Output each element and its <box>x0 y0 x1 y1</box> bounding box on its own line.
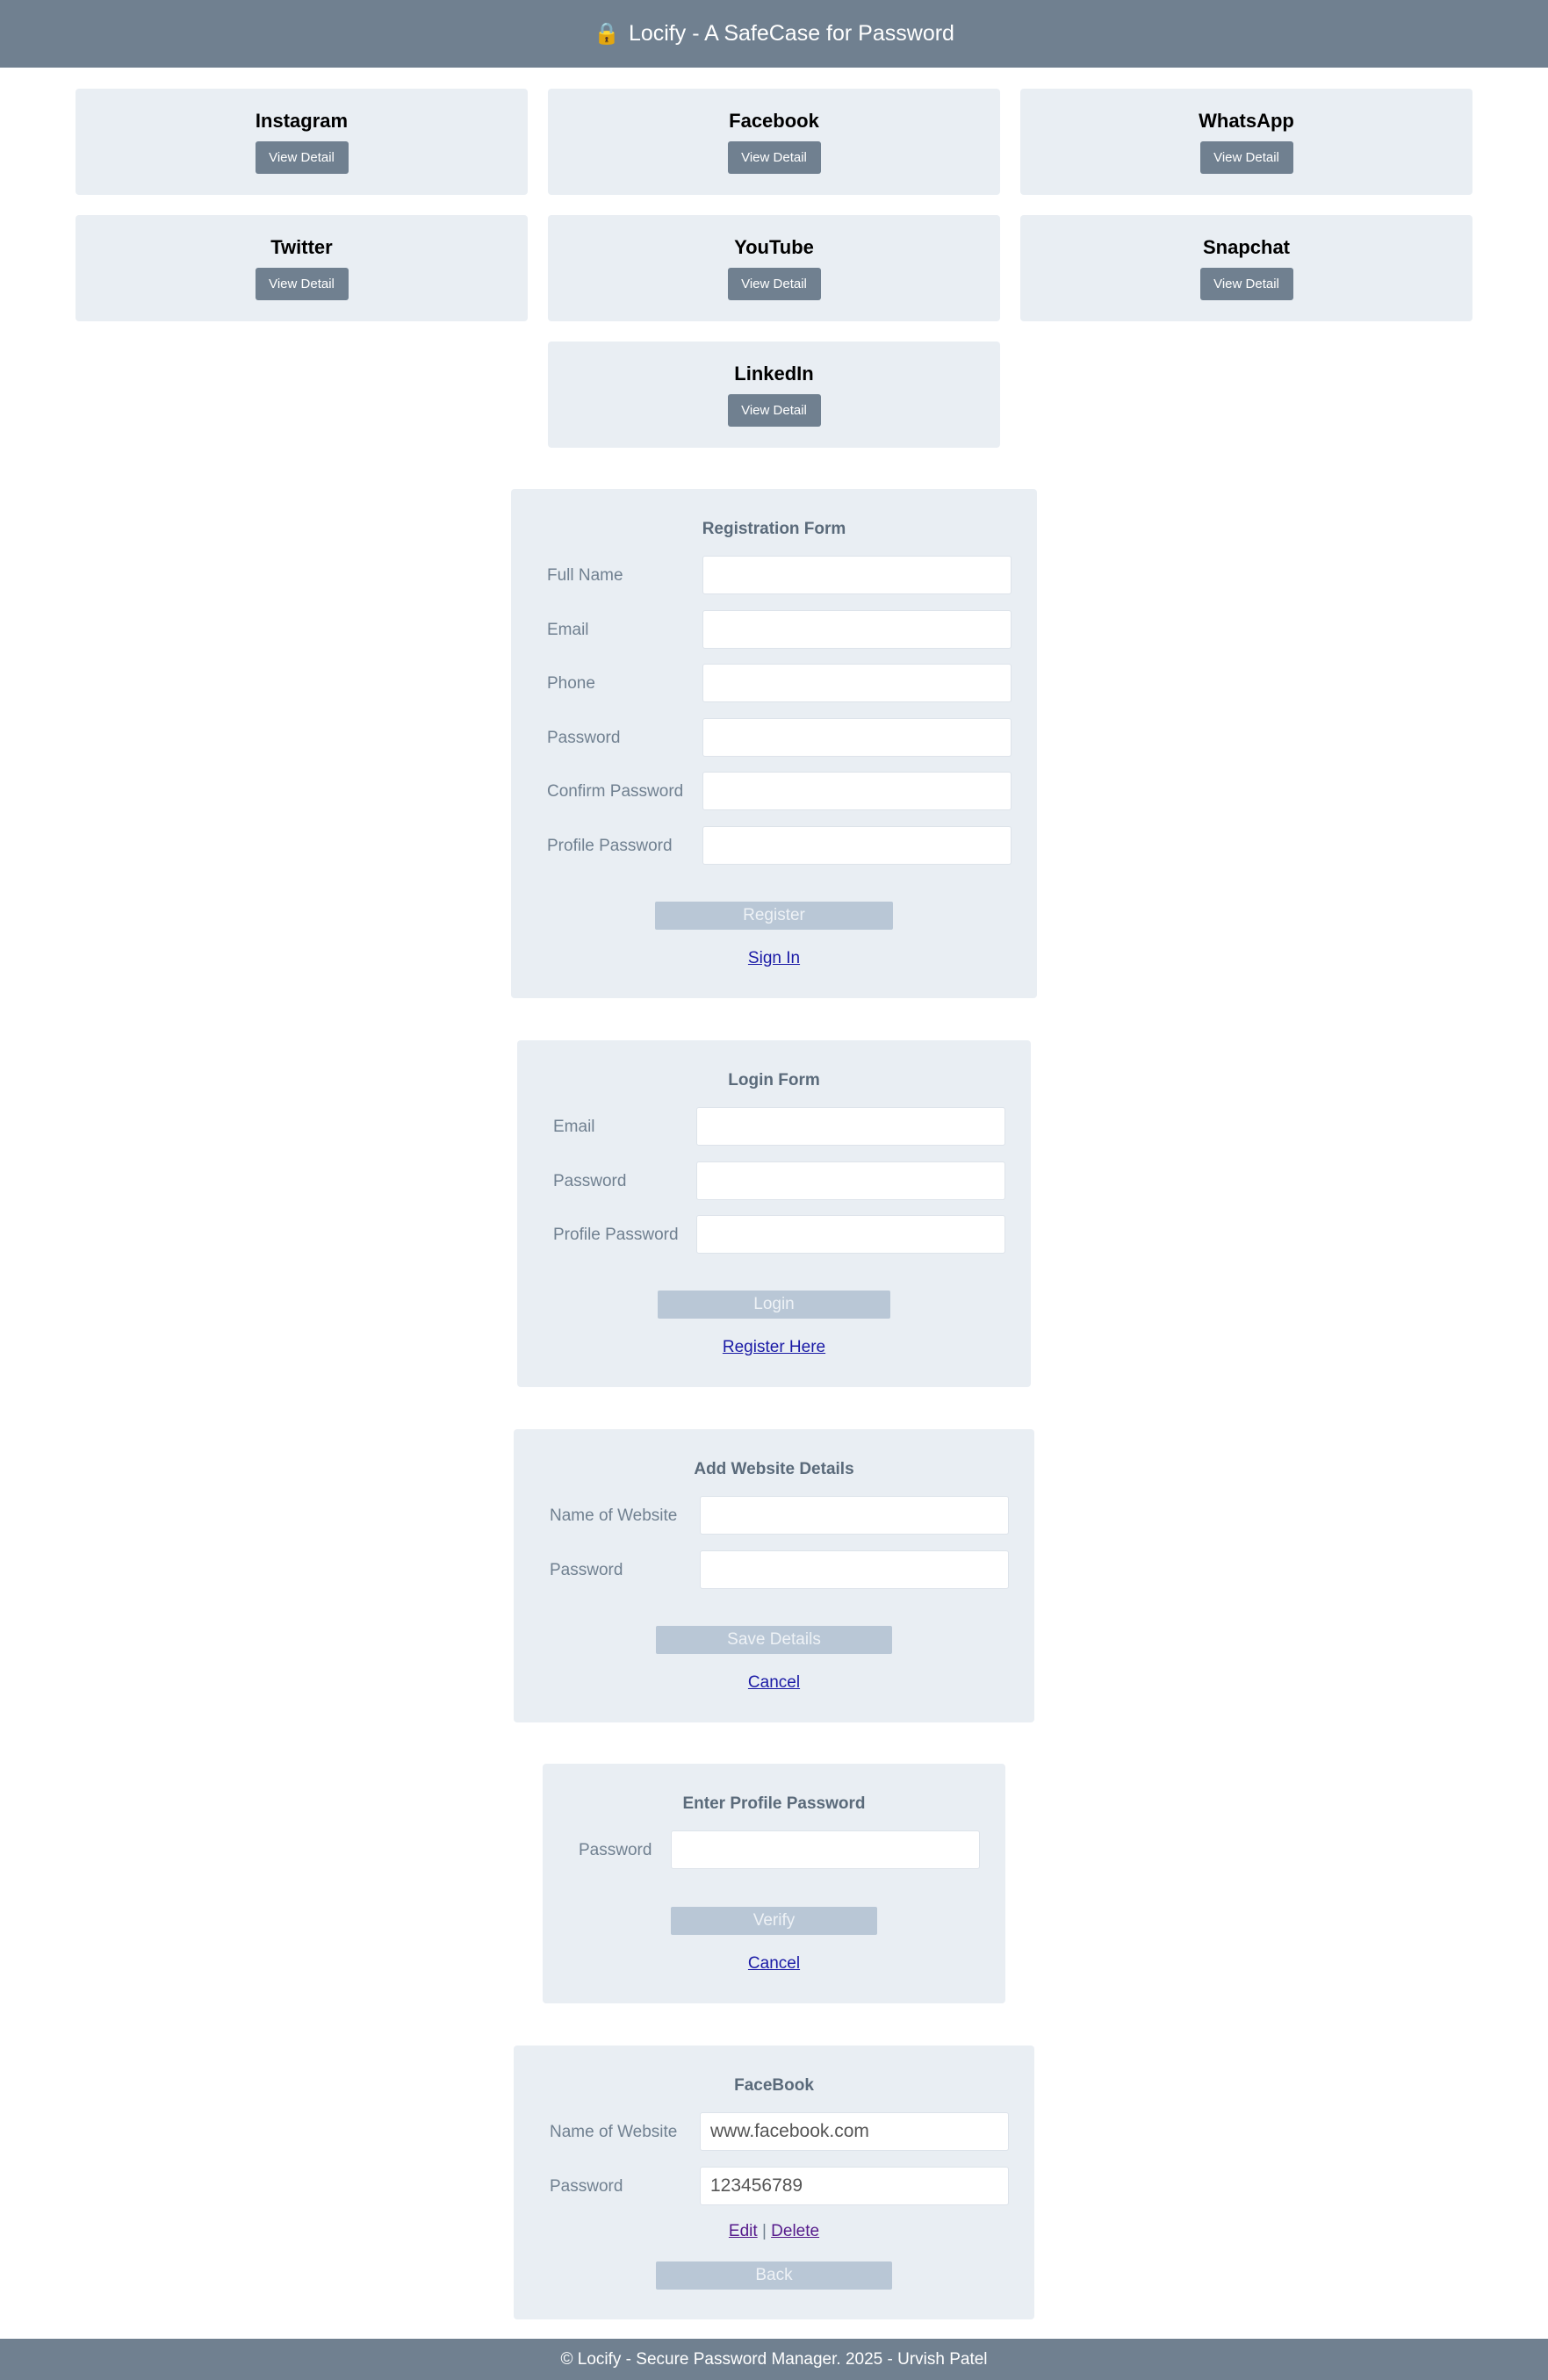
card-instagram: Instagram View Detail <box>76 89 528 195</box>
card-title: LinkedIn <box>734 363 814 385</box>
phone-input[interactable] <box>702 664 1012 702</box>
card-twitter: Twitter View Detail <box>76 215 528 321</box>
password-input[interactable] <box>700 1550 1009 1589</box>
delete-link[interactable]: Delete <box>771 2222 819 2240</box>
card-title: WhatsApp <box>1199 110 1294 132</box>
full-name-input[interactable] <box>702 556 1012 594</box>
card-title: Snapchat <box>1202 236 1291 258</box>
field-label: Password <box>550 1561 623 1579</box>
card-snapchat: Snapchat View Detail <box>1020 215 1472 321</box>
field-label: Profile Password <box>547 837 673 855</box>
view-detail-button[interactable]: View Detail <box>255 141 349 174</box>
card-title: YouTube <box>734 236 814 258</box>
field-label: Confirm Password <box>547 782 684 801</box>
form-title: Enter Profile Password <box>682 1794 866 1813</box>
form-title: Registration Form <box>702 520 846 538</box>
website-name-input[interactable]: www.facebook.com <box>700 2112 1009 2151</box>
profile-password-form: Enter Profile Password Password Verify C… <box>543 1764 1005 2003</box>
field-label: Email <box>553 1118 595 1136</box>
password-input[interactable] <box>696 1161 1005 1200</box>
confirm-password-input[interactable] <box>702 772 1012 810</box>
footer-text: © Locify - Secure Password Manager. 2025… <box>560 2349 988 2369</box>
email-input[interactable] <box>702 610 1012 649</box>
profile-password-input[interactable] <box>702 826 1012 865</box>
register-button[interactable]: Register <box>655 902 893 930</box>
field-label: Password <box>579 1841 652 1859</box>
profile-password-input[interactable] <box>696 1215 1005 1254</box>
verify-button[interactable]: Verify <box>671 1907 877 1935</box>
card-title: Facebook <box>729 110 819 132</box>
view-detail-button[interactable]: View Detail <box>727 394 821 427</box>
view-detail-button[interactable]: View Detail <box>255 268 349 300</box>
link-separator: | <box>761 2222 767 2240</box>
card-youtube: YouTube View Detail <box>548 215 1000 321</box>
edit-link[interactable]: Edit <box>729 2222 758 2240</box>
email-input[interactable] <box>696 1107 1005 1146</box>
app-title: Locify - A SafeCase for Password <box>628 21 954 46</box>
registration-form: Registration Form Full Name Email Phone … <box>511 489 1037 998</box>
save-details-button[interactable]: Save Details <box>656 1626 892 1654</box>
sign-in-link-row: Sign In <box>511 949 1037 968</box>
field-label: Full Name <box>547 566 623 585</box>
cancel-link[interactable]: Cancel <box>748 1673 800 1692</box>
card-title: Instagram <box>255 110 349 132</box>
card-whatsapp: WhatsApp View Detail <box>1020 89 1472 195</box>
form-title: Login Form <box>728 1071 820 1089</box>
register-link-row: Register Here <box>517 1338 1031 1357</box>
cancel-link[interactable]: Cancel <box>748 1954 800 1973</box>
field-label: Password <box>553 1172 627 1190</box>
back-button[interactable]: Back <box>656 2261 892 2290</box>
app-header: 🔒 Locify - A SafeCase for Password <box>0 0 1548 68</box>
field-label: Password <box>550 2177 623 2196</box>
login-form: Login Form Email Password Profile Passwo… <box>517 1040 1031 1387</box>
login-button[interactable]: Login <box>658 1291 890 1319</box>
profile-password-input[interactable] <box>671 1830 980 1869</box>
view-detail-button[interactable]: View Detail <box>727 141 821 174</box>
add-website-form: Add Website Details Name of Website Pass… <box>514 1429 1034 1722</box>
lock-icon: 🔒 <box>594 22 620 46</box>
card-linkedin: LinkedIn View Detail <box>548 342 1000 448</box>
field-label: Name of Website <box>550 1506 678 1525</box>
field-label: Phone <box>547 674 595 693</box>
field-label: Password <box>547 729 621 747</box>
cancel-link-row: Cancel <box>543 1954 1005 1974</box>
field-label: Email <box>547 621 589 639</box>
card-facebook: Facebook View Detail <box>548 89 1000 195</box>
view-detail-button[interactable]: View Detail <box>1199 141 1293 174</box>
edit-delete-row: Edit | Delete <box>514 2222 1034 2241</box>
password-input[interactable] <box>702 718 1012 757</box>
cancel-link-row: Cancel <box>514 1673 1034 1693</box>
sign-in-link[interactable]: Sign In <box>748 949 800 967</box>
password-input[interactable]: 123456789 <box>700 2167 1009 2205</box>
card-title: Twitter <box>270 236 333 258</box>
form-title: Add Website Details <box>694 1460 854 1478</box>
website-name-input[interactable] <box>700 1496 1009 1535</box>
app-footer: © Locify - Secure Password Manager. 2025… <box>0 2339 1548 2380</box>
detail-title: FaceBook <box>734 2076 814 2095</box>
view-detail-button[interactable]: View Detail <box>1199 268 1293 300</box>
website-detail-panel: FaceBook Name of Website www.facebook.co… <box>514 2046 1034 2319</box>
field-label: Profile Password <box>553 1226 679 1244</box>
field-label: Name of Website <box>550 2123 678 2141</box>
view-detail-button[interactable]: View Detail <box>727 268 821 300</box>
register-here-link[interactable]: Register Here <box>723 1338 825 1356</box>
